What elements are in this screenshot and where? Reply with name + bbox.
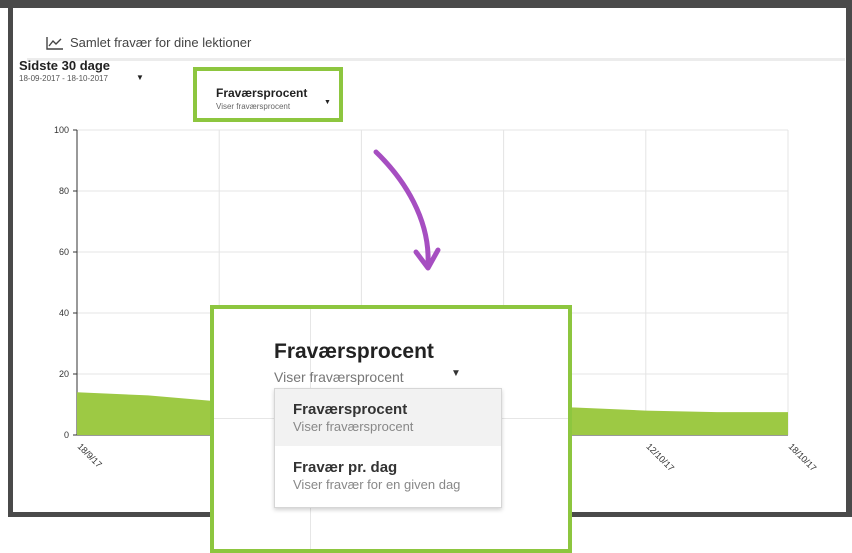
y-tick-label: 40: [59, 308, 69, 318]
zoom-metric-sub: Viser fraværsprocent: [274, 369, 404, 385]
y-tick-label: 0: [64, 430, 69, 440]
option-fravaer-pr-dag[interactable]: Fravær pr. dag Viser fravær for en given…: [275, 447, 501, 504]
metric-dropdown-menu: Fraværsprocent Viser fraværsprocent Frav…: [274, 388, 502, 508]
option-label: Fravær pr. dag: [293, 459, 398, 476]
y-tick-label: 60: [59, 247, 69, 257]
arrow-annotation-icon: [373, 149, 441, 271]
option-sub: Viser fravær for en given dag: [293, 477, 461, 492]
option-fravaersprocent[interactable]: Fraværsprocent Viser fraværsprocent: [275, 389, 501, 446]
x-tick-label: 12/10/17: [644, 441, 676, 473]
option-label: Fraværsprocent: [293, 401, 408, 418]
x-tick-label: 18/10/17: [787, 441, 819, 473]
y-tick-label: 80: [59, 186, 69, 196]
zoom-metric-label: Fraværsprocent: [274, 340, 434, 363]
caret-down-icon[interactable]: ▼: [451, 368, 461, 379]
x-tick-label: 18/9/17: [76, 441, 104, 469]
zoomed-dropdown-panel: Fraværsprocent Viser fraværsprocent ▼ Fr…: [210, 305, 572, 553]
option-sub: Viser fraværsprocent: [293, 419, 414, 434]
y-tick-label: 100: [54, 125, 69, 135]
y-tick-label: 20: [59, 369, 69, 379]
